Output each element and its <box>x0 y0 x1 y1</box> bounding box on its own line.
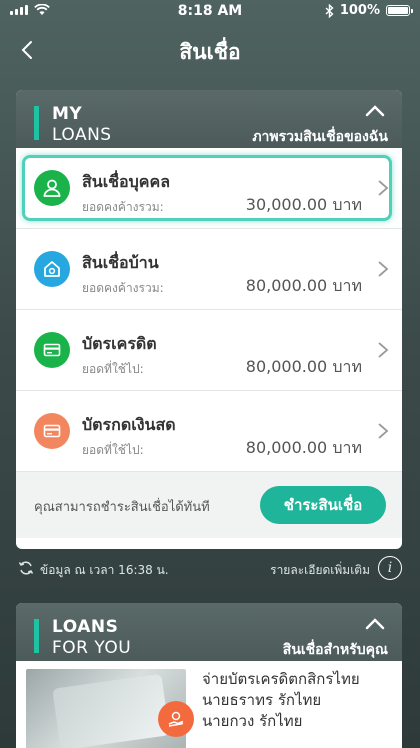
loans-for-you-title-line1: LOANS <box>52 617 119 637</box>
loan-sub-label: ยอดที่ใช้ไป: <box>82 362 144 376</box>
promo-text: จ่ายบัตรเครดิตกสิกรไทย นายธราทร รักไทย น… <box>202 669 360 732</box>
loan-row-home[interactable]: สินเชื่อบ้าน ยอดคงค้างรวม: 80,000.00 บาท <box>16 229 402 310</box>
loan-sub-label: ยอดคงค้างรวม: <box>82 281 164 295</box>
info-line: ข้อมูล ณ เวลา 16:38 น. รายละเอียดเพิ่มเต… <box>16 556 402 580</box>
promo-item[interactable]: จ่ายบัตรเครดิตกสิกรไทย นายธราทร รักไทย น… <box>16 661 402 748</box>
loans-for-you-card: LOANS FOR YOU สินเชื่อสำหรับคุณ จ่ายบัตร… <box>16 603 402 748</box>
loan-row-cash-card[interactable]: บัตรกดเงินสด ยอดที่ใช้ไป: 80,000.00 บาท <box>16 391 402 472</box>
my-loans-title-line2: LOANS <box>52 125 112 145</box>
cash-card-icon <box>34 413 70 449</box>
pay-text: คุณสามารถชำระสินเชื่อได้ทันที <box>34 500 210 515</box>
promo-line1: จ่ายบัตรเครดิตกสิกรไทย <box>202 670 360 688</box>
more-details-link[interactable]: รายละเอียดเพิ่มเติม <box>270 561 370 580</box>
loan-amount: 80,000.00 บาท <box>245 357 362 376</box>
loan-amount: 30,000.00 บาท <box>245 195 362 214</box>
battery-percent: 100% <box>339 3 380 18</box>
my-loans-header: MY LOANS ภาพรวมสินเชื่อของฉัน <box>16 90 402 148</box>
page-title: สินเชื่อ <box>179 40 241 64</box>
battery-icon <box>386 5 413 16</box>
loans-overview-link[interactable]: ภาพรวมสินเชื่อของฉัน <box>252 126 388 148</box>
payment-icon <box>158 701 194 737</box>
loan-name: บัตรกดเงินสด <box>82 415 176 434</box>
bluetooth-icon <box>325 3 334 18</box>
loan-amount: 80,000.00 บาท <box>245 276 362 295</box>
person-icon <box>34 170 70 206</box>
my-loans-card: MY LOANS ภาพรวมสินเชื่อของฉัน สินเชื่อบุ… <box>16 90 402 549</box>
loans-for-you-header: LOANS FOR YOU สินเชื่อสำหรับคุณ <box>16 603 402 661</box>
chevron-right-icon <box>378 423 389 439</box>
loan-name: บัตรเครดิต <box>82 334 157 353</box>
chevron-right-icon <box>378 342 389 358</box>
chevron-right-icon <box>378 261 389 277</box>
loan-row-personal[interactable]: สินเชื่อบุคคล ยอดคงค้างรวม: 30,000.00 บา… <box>16 148 402 229</box>
update-time-text: ข้อมูล ณ เวลา 16:38 น. <box>40 563 169 577</box>
loans-for-you-title-line2: FOR YOU <box>52 638 132 658</box>
pay-loan-button[interactable]: ชำระสินเชื่อ <box>260 486 386 524</box>
chevron-up-icon[interactable] <box>364 100 386 122</box>
loans-for-you-link[interactable]: สินเชื่อสำหรับคุณ <box>283 639 388 661</box>
loan-row-credit-card[interactable]: บัตรเครดิต ยอดที่ใช้ไป: 80,000.00 บาท <box>16 310 402 391</box>
status-right: 100% <box>325 3 413 18</box>
house-icon <box>34 251 70 287</box>
loan-name: สินเชื่อบ้าน <box>82 253 159 272</box>
status-bar: 8:18 AM 100% <box>0 0 420 24</box>
chevron-right-icon <box>378 180 389 196</box>
credit-card-icon <box>34 332 70 368</box>
loan-amount: 80,000.00 บาท <box>245 438 362 457</box>
accent-bar <box>34 106 39 140</box>
loan-sub-label: ยอดคงค้างรวม: <box>82 200 164 214</box>
loan-name: สินเชื่อบุคคล <box>82 172 171 191</box>
accent-bar <box>34 619 39 653</box>
promo-line3: นายกวง รักไทย <box>202 712 303 730</box>
my-loans-title-line1: MY <box>52 104 83 124</box>
info-icon[interactable]: i <box>378 556 402 580</box>
loan-sub-label: ยอดที่ใช้ไป: <box>82 443 144 457</box>
promo-line2: นายธราทร รักไทย <box>202 691 322 709</box>
chevron-up-icon[interactable] <box>364 613 386 635</box>
pay-bar: คุณสามารถชำระสินเชื่อได้ทันที ชำระสินเชื… <box>16 472 402 538</box>
refresh-icon[interactable] <box>18 560 34 576</box>
nav-header: สินเชื่อ <box>0 28 420 72</box>
